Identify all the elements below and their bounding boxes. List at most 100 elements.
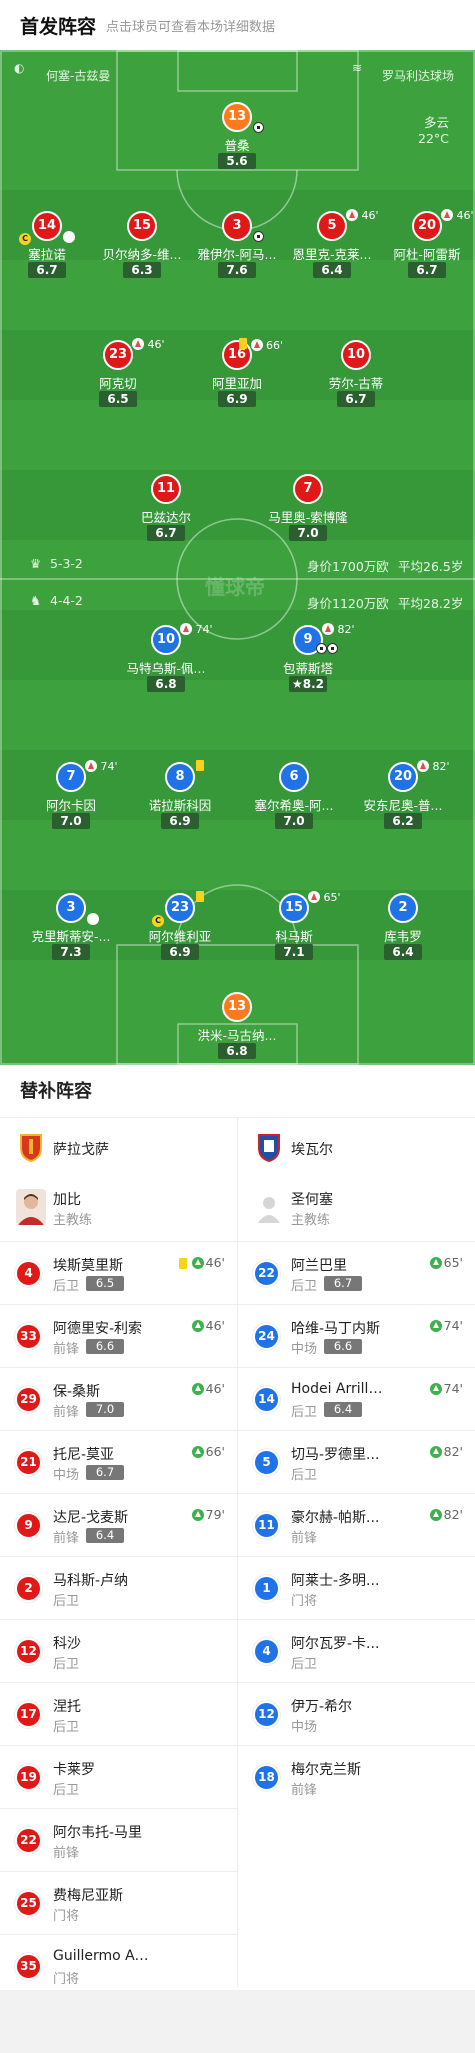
- substitute-row[interactable]: 4 阿尔瓦罗-卡... 后卫: [238, 1619, 475, 1682]
- player-home[interactable]: 15 贝尔纳多-维... 6.3: [100, 211, 184, 281]
- coach-avatar-placeholder: [254, 1189, 284, 1225]
- sub-in-icon: [191, 1509, 204, 1521]
- player-home[interactable]: 5 46' 恩里克-克莱... 6.4: [290, 209, 379, 281]
- header: 首发阵容 点击球员可查看本场详细数据: [0, 0, 475, 50]
- home-value: 身价1700万欧: [307, 559, 389, 574]
- substitute-row[interactable]: 9 达尼-戈麦斯 前锋 6.4 79': [0, 1493, 237, 1556]
- home-team-header: 萨拉戈萨: [0, 1117, 237, 1177]
- goal-ball-icon: [327, 643, 338, 654]
- away-age: 平均28.2岁: [398, 596, 464, 611]
- player-home[interactable]: 10 劳尔-古蒂 6.7: [314, 340, 398, 410]
- substitution-off-icon: [441, 209, 453, 221]
- home-formation: 5-3-2: [50, 556, 83, 571]
- home-age: 平均26.5岁: [398, 559, 464, 574]
- substitution-off-icon: [250, 339, 263, 351]
- player-home[interactable]: 20 46' 阿杜-阿雷斯 6.7: [385, 209, 474, 281]
- sub-in-icon: [191, 1320, 204, 1332]
- player-away[interactable]: 9 82' 包蒂斯塔 ★8.2: [266, 623, 355, 695]
- weather-label: 多云: [424, 115, 450, 130]
- goal-ball-icon: [316, 643, 327, 654]
- substitute-row[interactable]: 17 涅托 后卫: [0, 1682, 237, 1745]
- player-home[interactable]: 23 46' 阿克切 6.5: [76, 338, 165, 410]
- player-away[interactable]: 8 诺拉斯科因 6.9: [138, 760, 222, 832]
- substitute-row[interactable]: 14 Hodei Arrillaga 后卫 6.4 74': [238, 1367, 475, 1430]
- substitution-off-icon: [322, 623, 334, 635]
- sub-in-icon: [429, 1383, 442, 1395]
- substitutes-section: 替补阵容 萨拉戈萨 埃瓦尔 加比 主教练 圣何塞 主教练 4 埃斯莫里斯 后卫 6.5…: [0, 1065, 475, 1990]
- player-away[interactable]: 3 克里斯蒂安-... 7.3: [29, 893, 113, 963]
- substitution-off-icon: [87, 913, 99, 925]
- substitute-row[interactable]: 11 豪尔赫-帕斯... 前锋 82': [238, 1493, 475, 1556]
- yellow-card-icon: [179, 1258, 187, 1269]
- sub-in-icon: [191, 1446, 204, 1458]
- substitute-row[interactable]: 1 阿莱士-多明... 门将: [238, 1556, 475, 1619]
- yellow-card-icon: [196, 891, 204, 902]
- sub-in-icon: [429, 1320, 442, 1332]
- coach-avatar: [16, 1189, 46, 1225]
- substitutes-title: 替补阵容: [20, 1081, 92, 1102]
- substitution-off-icon: [346, 209, 358, 221]
- yellow-card-icon: [196, 760, 204, 771]
- substitute-row[interactable]: 21 托尼-莫亚 中场 6.7 66': [0, 1430, 237, 1493]
- substitution-off-icon: [132, 338, 144, 350]
- page-subtitle: 点击球员可查看本场详细数据: [106, 20, 276, 35]
- substitute-row[interactable]: 25 费梅尼亚斯 门将: [0, 1871, 237, 1934]
- temperature-label: 22°C: [418, 131, 449, 146]
- player-away[interactable]: 7 74' 阿尔卡因 7.0: [29, 760, 118, 832]
- page-title: 首发阵容: [20, 16, 97, 38]
- watermark: 懂球帝: [205, 575, 265, 599]
- away-value: 身价1120万欧: [307, 596, 389, 611]
- substitution-off-icon: [63, 231, 75, 243]
- substitute-row[interactable]: 35 Guillermo Acín 门将: [0, 1934, 237, 1997]
- sub-in-icon: [191, 1257, 204, 1269]
- substitute-row[interactable]: 22 阿兰巴里 后卫 6.7 65': [238, 1241, 475, 1304]
- home-team-logo-icon: [20, 1134, 42, 1162]
- player-away[interactable]: 6 塞尔希奥-阿... 7.0: [252, 762, 336, 832]
- pitch: ◐ 何塞-古兹曼 ≋ 罗马利达球场 多云 22°C 懂球帝 ♛ 5-3-2 身价…: [0, 50, 475, 1065]
- substitute-row[interactable]: 18 梅尔克兰斯 前锋: [238, 1745, 475, 1808]
- goal-ball-icon: [253, 122, 264, 133]
- stadium-label: 罗马利达球场: [382, 69, 455, 83]
- player-home[interactable]: 14 C 塞拉诺 6.7: [5, 211, 89, 281]
- player-away[interactable]: 15 65' 科马斯 7.1: [252, 891, 341, 963]
- player-away[interactable]: 2 库韦罗 6.4: [361, 893, 445, 963]
- yellow-card-icon: [239, 338, 247, 349]
- player-away[interactable]: 23 C 阿尔维利亚 6.9: [138, 891, 222, 963]
- substitute-row[interactable]: 12 伊万-希尔 中场: [238, 1682, 475, 1745]
- sub-in-icon: [429, 1257, 442, 1269]
- substitution-off-icon: [85, 760, 97, 772]
- substitution-off-icon: [417, 760, 429, 772]
- away-team-header: 埃瓦尔: [238, 1117, 475, 1177]
- goal-ball-icon: [253, 231, 264, 242]
- away-team-badge-icon: ♞: [30, 593, 42, 608]
- player-away[interactable]: 20 82' 安东尼奥-普... 6.2: [361, 760, 450, 832]
- player-home-gk[interactable]: 13 普桑 5.6: [195, 102, 279, 172]
- referee-label: 何塞-古兹曼: [46, 69, 111, 83]
- player-home[interactable]: 3 雅伊尔-阿马... 7.6: [195, 211, 279, 281]
- substitute-row[interactable]: 12 科沙 后卫: [0, 1619, 237, 1682]
- substitute-row[interactable]: 5 切马-罗德里... 后卫 82': [238, 1430, 475, 1493]
- substitute-row[interactable]: 22 阿尔韦托-马里 前锋: [0, 1808, 237, 1871]
- star-rating: ★8.2: [289, 676, 327, 692]
- stadium-icon: ≋: [352, 61, 363, 75]
- substitute-row[interactable]: 19 卡莱罗 后卫: [0, 1745, 237, 1808]
- substitute-row[interactable]: 29 保-桑斯 前锋 7.0 46': [0, 1367, 237, 1430]
- substitution-off-icon: [180, 623, 192, 635]
- home-team-badge-icon: ♛: [30, 556, 42, 571]
- away-coach[interactable]: 圣何塞 主教练: [238, 1177, 475, 1239]
- substitute-row[interactable]: 24 哈维-马丁内斯 中场 6.6 74': [238, 1304, 475, 1367]
- home-coach[interactable]: 加比 主教练: [0, 1177, 237, 1239]
- away-formation: 4-4-2: [50, 593, 83, 608]
- substitute-row[interactable]: 4 埃斯莫里斯 后卫 6.5 46': [0, 1241, 237, 1304]
- player-home[interactable]: 11 巴兹达尔 6.7: [124, 474, 208, 544]
- whistle-icon: ◐: [14, 61, 25, 75]
- substitution-off-icon: [308, 891, 320, 903]
- substitute-row[interactable]: 2 马科斯-卢纳 后卫: [0, 1556, 237, 1619]
- player-away[interactable]: 10 74' 马特乌斯-佩... 6.8: [124, 623, 213, 695]
- player-home[interactable]: 7 马里奥-索博隆 7.0: [266, 474, 350, 544]
- player-home[interactable]: 16 66' 阿里亚加 6.9: [195, 338, 283, 410]
- sub-in-icon: [429, 1509, 442, 1521]
- substitute-row[interactable]: 33 阿德里安-利索 前锋 6.6 46': [0, 1304, 237, 1367]
- player-away-gk[interactable]: 13 洪米-马古纳... 6.8: [195, 992, 279, 1062]
- sub-in-icon: [429, 1446, 442, 1458]
